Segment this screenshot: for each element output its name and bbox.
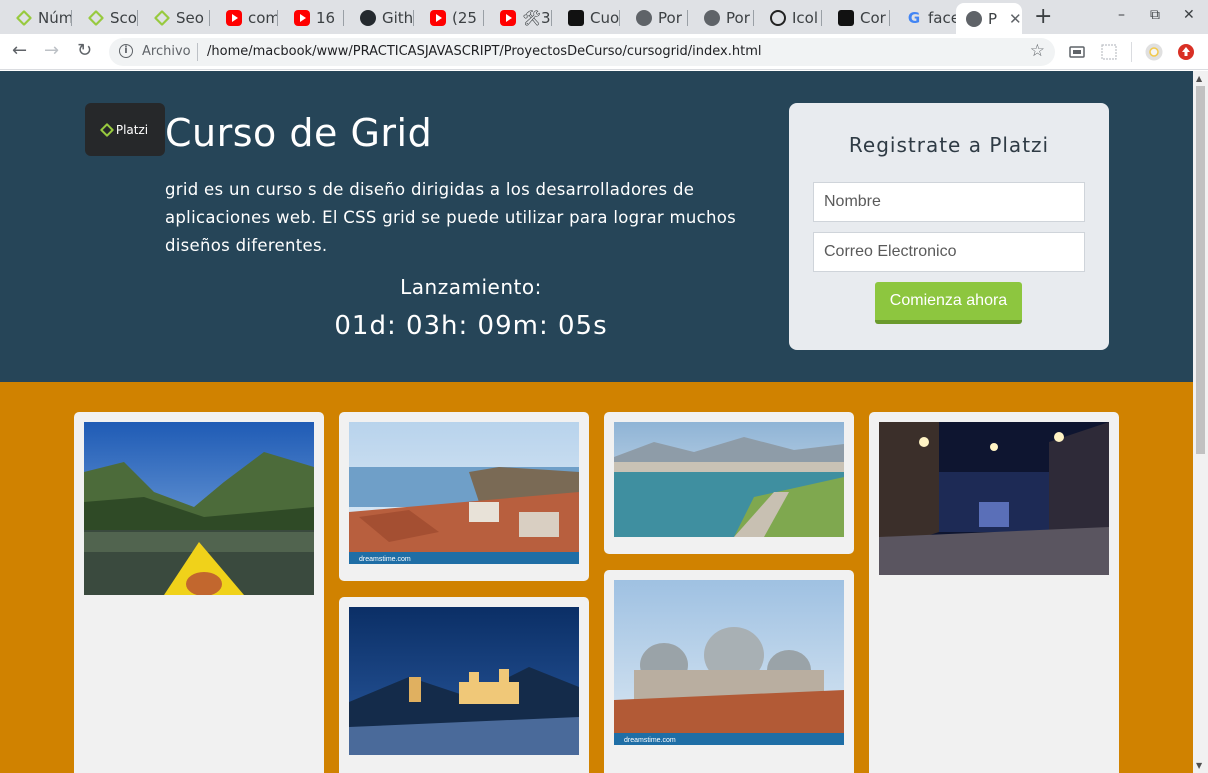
bookmark-star-icon[interactable]: ☆: [1030, 41, 1045, 61]
gallery-card: [604, 412, 854, 554]
forward-arrow-icon[interactable]: →: [44, 40, 59, 61]
scroll-up-arrow-icon[interactable]: ▲: [1196, 74, 1202, 83]
platzi-icon: [15, 9, 33, 27]
update-icon[interactable]: [1177, 43, 1195, 61]
browser-toolbar: ← → ↻ i Archivo /home/macbook/www/PRACTI…: [0, 34, 1208, 70]
page-title: Curso de Grid: [165, 111, 433, 155]
youtube-icon: [294, 10, 310, 26]
kayak-river-photo[interactable]: [84, 422, 314, 595]
launch-label: Lanzamiento:: [400, 275, 542, 299]
circle-icon: [770, 10, 786, 26]
course-description: grid es un curso s de diseño dirigidas a…: [165, 180, 737, 255]
tab-active[interactable]: P ✕: [956, 3, 1022, 34]
tab-14[interactable]: Gface: [890, 5, 956, 31]
platzi-logo[interactable]: Platzi: [85, 103, 165, 156]
globe-icon: [636, 10, 652, 26]
youtube-icon: [430, 10, 446, 26]
domes-rooftops-photo[interactable]: dreamstime.com: [614, 580, 844, 745]
lake-park-photo[interactable]: [614, 422, 844, 537]
hero-section: Platzi Curso de Grid grid es un curso s …: [0, 71, 1193, 382]
gallery-card: [869, 412, 1119, 773]
reload-icon[interactable]: ↻: [77, 40, 92, 61]
info-icon[interactable]: i: [119, 44, 133, 58]
start-now-button[interactable]: Comienza ahora: [875, 282, 1022, 324]
tab-10[interactable]: Por: [620, 5, 688, 31]
globe-icon: [704, 10, 720, 26]
address-bar[interactable]: i Archivo /home/macbook/www/PRACTICASJAV…: [109, 38, 1055, 66]
gallery-card: [74, 412, 324, 773]
tab-13[interactable]: Cor: [822, 5, 890, 31]
restore-button[interactable]: ⧉: [1150, 7, 1160, 23]
profile-avatar-icon[interactable]: [1145, 43, 1163, 61]
close-window-button[interactable]: ✕: [1183, 7, 1195, 23]
youtube-icon: [500, 10, 516, 26]
close-tab-icon[interactable]: ✕: [1009, 10, 1022, 28]
watermark-text: dreamstime.com: [359, 556, 411, 563]
tab-2[interactable]: Sco: [72, 5, 138, 31]
globe-icon: [966, 10, 982, 27]
tab-12[interactable]: Icol: [754, 5, 822, 31]
castle-night-photo[interactable]: [349, 607, 579, 755]
page-viewport: Platzi Curso de Grid grid es un curso s …: [0, 71, 1193, 773]
codepen-icon: [568, 10, 584, 26]
minimize-button[interactable]: –: [1118, 7, 1125, 23]
night-plaza-photo[interactable]: [879, 422, 1109, 575]
scroll-down-arrow-icon[interactable]: ▼: [1196, 761, 1202, 770]
platzi-icon: [99, 122, 114, 137]
vertical-scrollbar[interactable]: ▲ ▼: [1193, 71, 1208, 773]
platzi-icon: [153, 9, 171, 27]
extension-icon[interactable]: [1100, 43, 1118, 61]
tab-5[interactable]: 16: [278, 5, 344, 31]
youtube-icon: [226, 10, 242, 26]
tab-1[interactable]: Núm: [0, 5, 72, 31]
scheme-label: Archivo: [142, 44, 191, 59]
back-arrow-icon[interactable]: ←: [12, 40, 27, 61]
tab-3[interactable]: Seo: [138, 5, 210, 31]
email-field[interactable]: [813, 232, 1085, 272]
gallery-card: dreamstime.com: [604, 570, 854, 773]
tab-8[interactable]: 🛠3: [484, 5, 552, 31]
gallery-card: dreamstime.com: [339, 412, 589, 581]
google-icon: G: [907, 9, 921, 27]
coastal-town-photo[interactable]: dreamstime.com: [349, 422, 579, 564]
tab-11[interactable]: Por: [688, 5, 754, 31]
tab-6[interactable]: Gith: [344, 5, 414, 31]
signup-form: Registrate a Platzi Comienza ahora: [789, 103, 1109, 350]
form-title: Registrate a Platzi: [848, 133, 1050, 157]
tab-strip: Núm Sco Seo com 16 Gith (25 🛠3 Cuo Por P…: [0, 0, 1208, 34]
tab-4[interactable]: com: [210, 5, 278, 31]
codepen-icon: [838, 10, 854, 26]
tab-9[interactable]: Cuo: [552, 5, 620, 31]
cast-icon[interactable]: [1068, 43, 1086, 61]
tab-7[interactable]: (25: [414, 5, 484, 31]
countdown-timer: 01d: 03h: 09m: 05s: [334, 311, 608, 341]
url-text[interactable]: /home/macbook/www/PRACTICASJAVASCRIPT/Pr…: [207, 44, 761, 59]
watermark-text: dreamstime.com: [624, 737, 676, 744]
new-tab-button[interactable]: +: [1034, 4, 1052, 29]
platzi-icon: [87, 9, 105, 27]
name-field[interactable]: [813, 182, 1085, 222]
gallery-card: [339, 597, 589, 773]
scroll-thumb[interactable]: [1196, 86, 1205, 454]
github-icon: [360, 10, 376, 26]
